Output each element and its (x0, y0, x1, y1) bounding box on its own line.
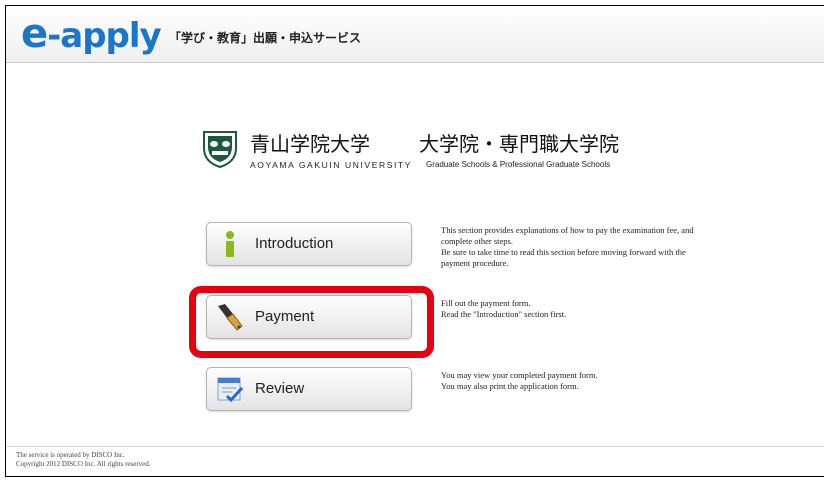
footer-copyright: Copyright 2012 DISCO Inc. All rights res… (16, 460, 151, 468)
payment-description: Fill out the payment form. Read the "Int… (441, 298, 567, 319)
form-check-icon (217, 377, 244, 403)
review-button[interactable]: Review (206, 367, 412, 411)
graduate-school-en: Graduate Schools & Professional Graduate… (426, 160, 611, 169)
introduction-description: This section provides explanations of ho… (441, 225, 694, 268)
review-description: You may view your completed payment form… (441, 370, 598, 391)
service-tagline: 「学び・教育」出願・申込サービス (169, 31, 362, 45)
footer-operator: The service is operated by DISCO Inc. (16, 451, 125, 459)
header: e-apply 「学び・教育」出願・申込サービス (6, 6, 824, 63)
university-banner: 青山学院大学 大学院・専門職大学院 AOYAMA GAKUIN UNIVERSI… (202, 128, 662, 178)
university-name-en: AOYAMA GAKUIN UNIVERSITY (250, 160, 412, 170)
review-label: Review (255, 380, 305, 397)
payment-highlight-box (189, 286, 434, 358)
university-name-jp: 青山学院大学 (250, 132, 370, 156)
eapply-logo[interactable]: e-apply (21, 14, 162, 56)
footer-divider (6, 446, 824, 447)
introduction-label: Introduction (255, 235, 334, 252)
info-icon (226, 231, 234, 257)
university-crest-icon (203, 131, 237, 168)
footer: The service is operated by DISCO Inc. Co… (16, 451, 151, 469)
page-frame: e-apply 「学び・教育」出願・申込サービス 青山学院大学 大学院・専門職大… (5, 5, 824, 477)
introduction-button[interactable]: Introduction (206, 222, 412, 266)
graduate-school-jp: 大学院・専門職大学院 (419, 132, 619, 156)
